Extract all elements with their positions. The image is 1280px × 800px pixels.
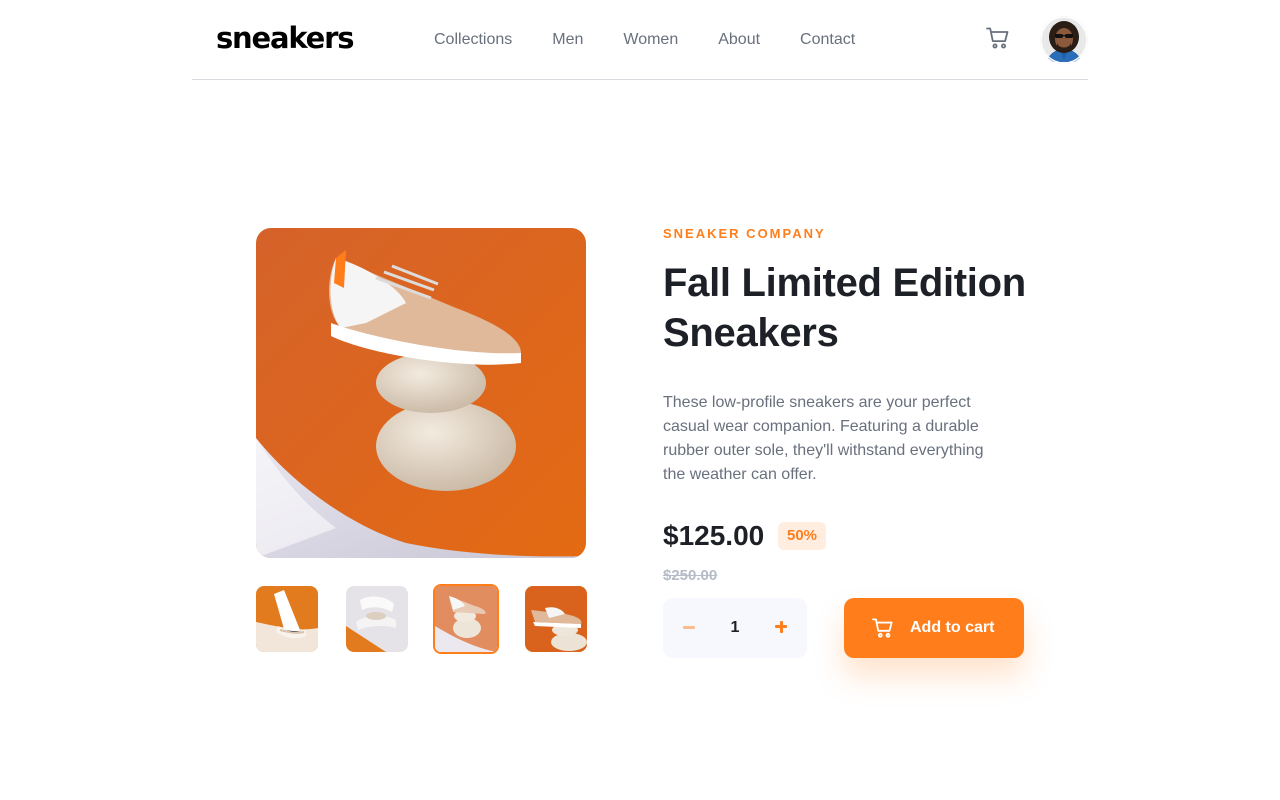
quantity-stepper: 1	[663, 598, 807, 658]
cart-icon[interactable]	[986, 27, 1010, 49]
thumbnail-2[interactable]	[346, 586, 408, 652]
minus-icon[interactable]	[675, 616, 703, 640]
avatar[interactable]	[1040, 16, 1088, 64]
nav-item-about[interactable]: About	[718, 28, 760, 52]
product-main-image[interactable]	[256, 228, 586, 558]
nav-item-contact[interactable]: Contact	[800, 28, 855, 52]
cart-icon	[872, 618, 894, 638]
plus-icon[interactable]	[767, 614, 795, 640]
thumbnail-1[interactable]	[256, 586, 318, 652]
original-price: $250.00	[663, 567, 718, 584]
thumbnail-3-selected[interactable]	[433, 584, 499, 654]
company-label: SNEAKER COMPANY	[663, 226, 826, 241]
discount-badge: 50%	[778, 522, 826, 550]
nav-item-men[interactable]: Men	[552, 28, 583, 52]
thumbnail-4[interactable]	[525, 586, 587, 652]
add-to-cart-button[interactable]: Add to cart	[844, 598, 1024, 658]
thumbnail-strip	[256, 584, 587, 654]
add-to-cart-label: Add to cart	[910, 619, 995, 636]
site-header: sneakers Collections Men Women About Con…	[192, 0, 1088, 80]
main-nav: Collections Men Women About Contact	[434, 28, 895, 52]
logo[interactable]: sneakers	[216, 20, 354, 56]
current-price: $125.00	[663, 520, 765, 551]
product-title: Fall Limited Edition Sneakers	[663, 261, 1026, 355]
nav-item-women[interactable]: Women	[623, 28, 678, 52]
product-description: These low-profile sneakers are your perf…	[663, 394, 984, 483]
nav-item-collections[interactable]: Collections	[434, 28, 512, 52]
quantity-value: 1	[730, 619, 740, 636]
